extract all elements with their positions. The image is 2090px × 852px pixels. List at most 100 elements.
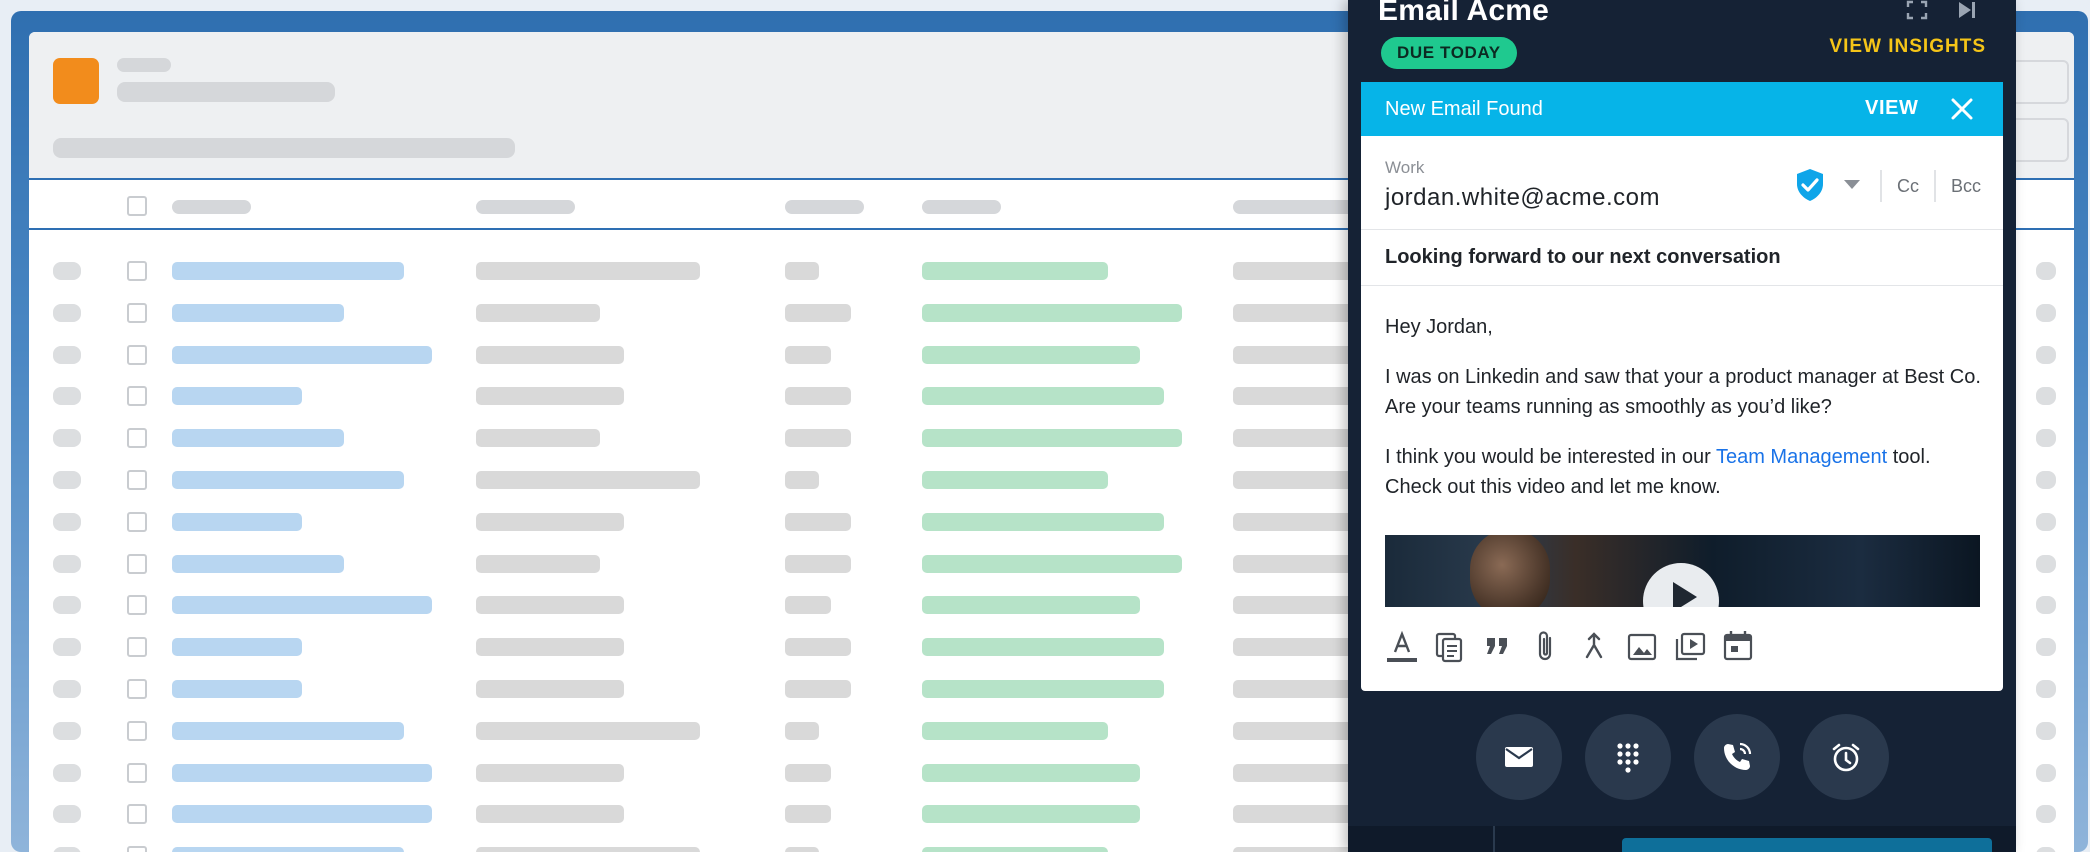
stage-cell [785, 512, 851, 531]
call-action-button[interactable] [1694, 714, 1780, 800]
notice-view-button[interactable]: VIEW [1865, 97, 1919, 120]
cc-button[interactable]: Cc [1897, 176, 1919, 197]
divider [1493, 826, 1495, 852]
row-checkbox[interactable] [127, 679, 147, 699]
column-header[interactable] [476, 200, 575, 214]
text-color-icon[interactable] [1385, 626, 1419, 666]
attachment-icon[interactable] [1529, 626, 1563, 666]
email-composer: Work jordan.white@acme.com Cc Bcc Lookin… [1361, 136, 2003, 691]
date-cell [1233, 429, 1363, 448]
merge-field-icon[interactable] [1577, 626, 1611, 666]
chevron-down-icon[interactable] [1844, 180, 1860, 189]
company-cell [476, 387, 624, 406]
row-handle [53, 596, 81, 615]
divider [1880, 170, 1882, 202]
date-cell [1233, 554, 1363, 573]
stage-cell [785, 638, 851, 657]
header-control[interactable] [2009, 118, 2069, 162]
row-menu [2036, 512, 2056, 531]
email-body[interactable]: Hey Jordan, I was on Linkedin and saw th… [1385, 312, 1985, 522]
row-checkbox[interactable] [127, 470, 147, 490]
stage-cell [785, 763, 831, 782]
name-cell [172, 638, 302, 657]
name-cell [172, 471, 404, 489]
row-checkbox[interactable] [127, 344, 147, 365]
bcc-button[interactable]: Bcc [1951, 176, 1981, 197]
company-cell [476, 303, 600, 322]
name-cell [172, 345, 432, 364]
app-logo [53, 58, 99, 104]
row-menu [2036, 262, 2056, 280]
date-cell [1233, 387, 1363, 406]
dialpad-action-button[interactable] [1585, 714, 1671, 800]
row-checkbox[interactable] [127, 804, 147, 825]
row-checkbox[interactable] [127, 553, 147, 574]
status-cell [922, 387, 1164, 406]
column-header[interactable] [172, 200, 251, 214]
row-checkbox[interactable] [127, 720, 147, 741]
status-cell [922, 303, 1182, 322]
video-thumbnail[interactable] [1385, 535, 1980, 607]
view-insights-link[interactable]: VIEW INSIGHTS [1829, 36, 1986, 58]
row-checkbox[interactable] [127, 637, 147, 658]
template-icon[interactable] [1433, 626, 1467, 666]
row-checkbox[interactable] [127, 386, 147, 407]
name-cell [172, 429, 344, 448]
email-action-button[interactable] [1476, 714, 1562, 800]
close-icon[interactable] [1949, 96, 1975, 122]
row-checkbox[interactable] [127, 846, 147, 852]
stage-cell [785, 387, 851, 406]
row-checkbox[interactable] [127, 511, 147, 532]
date-cell [1233, 345, 1363, 364]
body-paragraph: I think you would be interested in our T… [1385, 442, 1985, 502]
divider [1934, 170, 1936, 202]
row-checkbox[interactable] [127, 595, 147, 616]
name-cell [172, 763, 432, 782]
row-handle [53, 303, 81, 322]
column-header[interactable] [1233, 200, 1363, 214]
reminder-action-button[interactable] [1803, 714, 1889, 800]
video-icon[interactable] [1673, 626, 1707, 666]
status-cell [922, 763, 1140, 782]
calendar-icon[interactable] [1721, 626, 1755, 666]
column-header[interactable] [785, 200, 864, 214]
subject-field[interactable]: Looking forward to our next conversation [1385, 246, 1781, 269]
status-cell [922, 429, 1182, 448]
recipient-label: Work [1385, 158, 1425, 177]
row-handle [53, 680, 81, 698]
action-bar [1348, 714, 2016, 804]
expand-icon[interactable] [1906, 0, 1928, 20]
row-checkbox[interactable] [127, 302, 147, 323]
row-checkbox[interactable] [127, 428, 147, 449]
column-header[interactable] [922, 200, 1001, 214]
footer-primary-button[interactable] [1622, 838, 1992, 852]
row-menu [2036, 680, 2056, 698]
row-handle [53, 345, 81, 364]
team-management-link[interactable]: Team Management [1716, 446, 1887, 468]
quote-icon[interactable] [1481, 626, 1515, 666]
date-cell [1233, 805, 1363, 824]
stage-cell [785, 721, 819, 740]
row-checkbox[interactable] [127, 261, 147, 281]
header-control[interactable] [2009, 60, 2069, 104]
select-all-checkbox[interactable] [127, 196, 147, 216]
row-handle [53, 471, 81, 489]
company-cell [476, 512, 624, 531]
image-icon[interactable] [1625, 626, 1659, 666]
status-cell [922, 680, 1164, 698]
date-cell [1233, 763, 1363, 782]
name-cell [172, 303, 344, 322]
recipient-email-field[interactable]: jordan.white@acme.com [1385, 184, 1660, 212]
recipient-row: Work jordan.white@acme.com Cc Bcc [1361, 136, 2003, 230]
stage-cell [785, 429, 851, 448]
date-cell [1233, 721, 1363, 740]
skip-forward-icon[interactable] [1956, 0, 1978, 20]
status-cell [922, 638, 1164, 657]
date-cell [1233, 262, 1363, 280]
row-checkbox[interactable] [127, 762, 147, 783]
panel-title: Email Acme [1378, 0, 1549, 27]
name-cell [172, 847, 404, 852]
subject-row: Looking forward to our next conversation [1361, 230, 2003, 286]
body-paragraph: I was on Linkedin and saw that your a pr… [1385, 366, 1981, 418]
row-menu [2036, 596, 2056, 615]
